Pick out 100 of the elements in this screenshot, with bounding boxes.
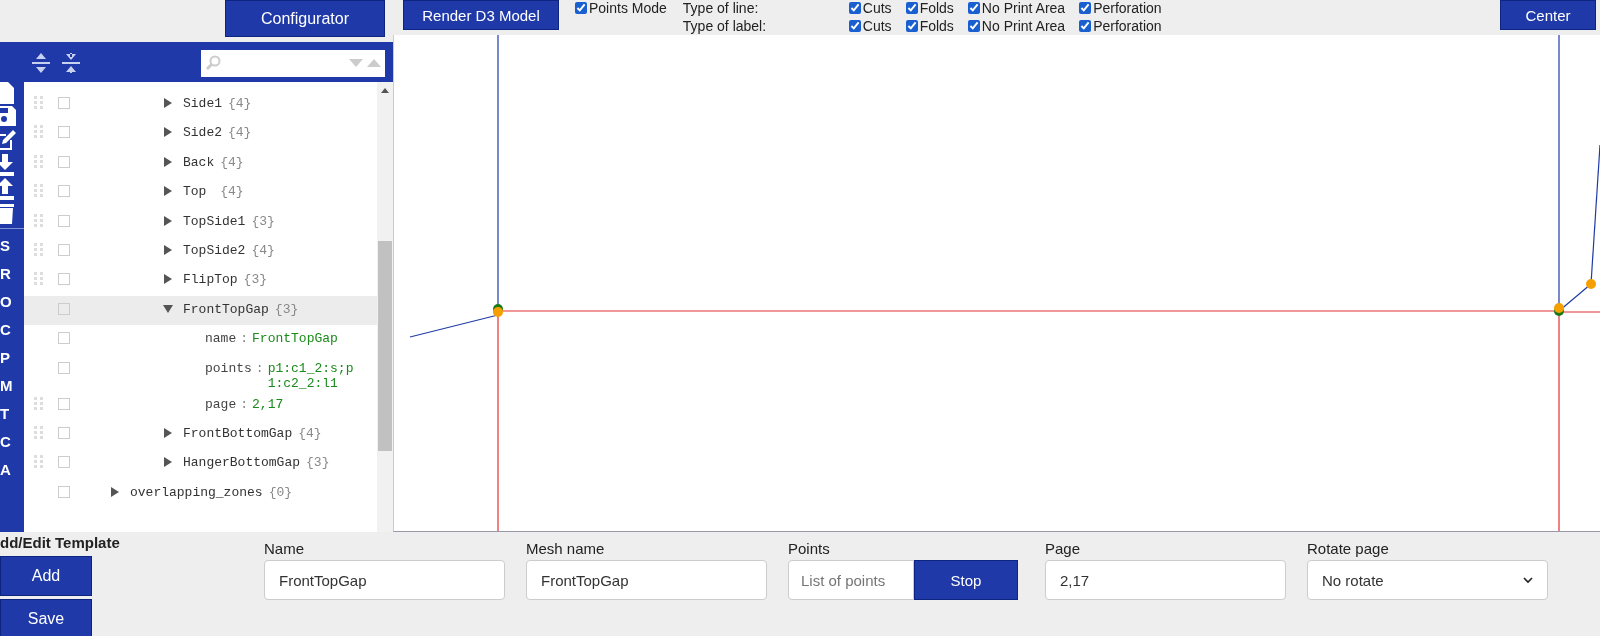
row-checkbox[interactable] [58, 397, 70, 410]
file-icon[interactable] [0, 82, 16, 104]
nav-letter[interactable]: O [0, 289, 12, 315]
search-icon [205, 55, 221, 71]
rotate-select[interactable]: No rotate [1307, 560, 1548, 600]
download-icon[interactable] [0, 154, 16, 176]
drag-handle-icon[interactable] [32, 96, 44, 110]
caret-right-icon[interactable] [163, 156, 173, 167]
upload-icon[interactable] [0, 178, 16, 200]
checkbox[interactable] [848, 2, 861, 14]
drag-handle-icon[interactable] [32, 184, 44, 199]
property-key: name [205, 331, 237, 347]
tree-node[interactable]: Back {4} [24, 148, 377, 179]
tree-node[interactable]: Top {4} [24, 178, 377, 208]
tree-node[interactable]: TopSide2 {4} [24, 236, 377, 267]
scrollbar[interactable] [377, 82, 393, 532]
caret-right-icon[interactable] [163, 274, 173, 285]
row-checkbox[interactable] [58, 332, 70, 345]
node-label: Top [183, 184, 208, 200]
checkbox[interactable] [1079, 2, 1092, 14]
tree-node[interactable]: FrontTopGap {3} [24, 295, 377, 326]
nav-letter[interactable]: C [0, 429, 11, 455]
scroll-up-icon[interactable] [381, 88, 389, 93]
save-button[interactable]: Save [0, 599, 92, 636]
drag-handle-icon[interactable] [32, 154, 44, 169]
text-field[interactable]: FrontTopGap [264, 560, 505, 600]
property-key: points [205, 360, 252, 376]
caret-right-icon[interactable] [110, 486, 120, 497]
nav-letter[interactable]: S [0, 233, 10, 259]
caret-right-icon[interactable] [163, 244, 173, 255]
add-button[interactable]: Add [0, 556, 92, 596]
caret-down-icon[interactable] [163, 303, 173, 314]
checkbox[interactable] [848, 20, 861, 32]
checkbox[interactable] [1079, 20, 1092, 32]
row-checkbox[interactable] [58, 485, 70, 498]
caret-right-icon[interactable] [163, 427, 173, 438]
tree-node[interactable]: FrontBottomGap {4} [24, 419, 377, 450]
tree-node[interactable]: overlapping_zones {0} [24, 478, 377, 509]
checkbox[interactable] [575, 2, 587, 14]
drag-handle-icon[interactable] [32, 125, 44, 140]
checkbox[interactable] [905, 20, 918, 32]
tree-node[interactable]: Side1 {4} [24, 90, 377, 120]
trash-icon[interactable] [0, 202, 16, 224]
points-field[interactable]: List of points [788, 560, 914, 600]
text-field[interactable]: FrontTopGap [526, 560, 767, 600]
row-checkbox[interactable] [58, 426, 70, 439]
nav-letter[interactable]: T [0, 401, 10, 427]
configurator-button[interactable]: Configurator [225, 0, 385, 37]
drag-handle-icon[interactable] [32, 455, 44, 470]
node-label: HangerBottomGap [183, 455, 301, 471]
save-icon[interactable] [0, 106, 16, 128]
node-count: {3} [274, 301, 299, 317]
drag-handle-icon[interactable] [32, 425, 44, 440]
nav-letter[interactable]: R [0, 261, 11, 287]
tree-node[interactable]: Side2 {4} [24, 119, 377, 149]
stop-button[interactable]: Stop [914, 560, 1018, 600]
nav-letter[interactable]: A [0, 457, 11, 483]
checkbox[interactable] [905, 2, 918, 14]
caret-right-icon[interactable] [163, 127, 173, 138]
node-label: Back [183, 154, 215, 170]
tree-node[interactable]: FlipTop {3} [24, 266, 377, 296]
row-checkbox[interactable] [58, 214, 70, 227]
row-checkbox[interactable] [58, 243, 70, 256]
row-checkbox[interactable] [58, 361, 70, 374]
row-checkbox[interactable] [58, 185, 70, 198]
node-count: {4} [220, 184, 244, 200]
text-field[interactable]: 2,17 [1045, 560, 1286, 600]
tree-node[interactable]: HangerBottomGap {3} [24, 449, 377, 479]
caret-right-icon[interactable] [163, 457, 173, 468]
drag-handle-icon[interactable] [32, 396, 44, 411]
nav-letter[interactable]: M [0, 373, 13, 399]
row-checkbox[interactable] [58, 126, 70, 139]
node-count: {4} [298, 425, 322, 441]
expand-all-icon[interactable] [32, 53, 50, 73]
nav-letter[interactable]: C [0, 317, 11, 343]
drag-handle-icon[interactable] [32, 272, 44, 287]
edit-icon[interactable] [0, 130, 16, 152]
caret-right-icon[interactable] [163, 215, 173, 226]
caret-right-icon[interactable] [163, 186, 173, 197]
render-button[interactable]: Render D3 Model [403, 0, 559, 30]
drag-handle-icon[interactable] [32, 213, 44, 228]
row-checkbox[interactable] [58, 302, 70, 315]
row-checkbox[interactable] [58, 155, 70, 168]
row-checkbox[interactable] [58, 456, 70, 469]
caret-right-icon[interactable] [163, 98, 173, 108]
checkbox[interactable] [967, 20, 980, 32]
property-value: p1:c1_2:s;p1:c2_2:l1 [267, 360, 355, 391]
nav-letter[interactable]: P [0, 345, 10, 371]
field-label: Name [264, 540, 305, 558]
drag-handle-icon[interactable] [32, 242, 44, 257]
center-button[interactable]: Center [1500, 0, 1596, 30]
field-label: Rotate page [1307, 540, 1390, 558]
row-checkbox[interactable] [58, 97, 70, 109]
row-checkbox[interactable] [58, 273, 70, 286]
label-type-label: Type of label: [682, 18, 768, 34]
collapse-all-icon[interactable] [62, 53, 80, 73]
tree-node[interactable]: TopSide1 {3} [24, 207, 377, 237]
checkbox[interactable] [967, 2, 980, 14]
property-value: FrontTopGap [252, 331, 339, 347]
property-value: 2,17 [252, 396, 285, 412]
